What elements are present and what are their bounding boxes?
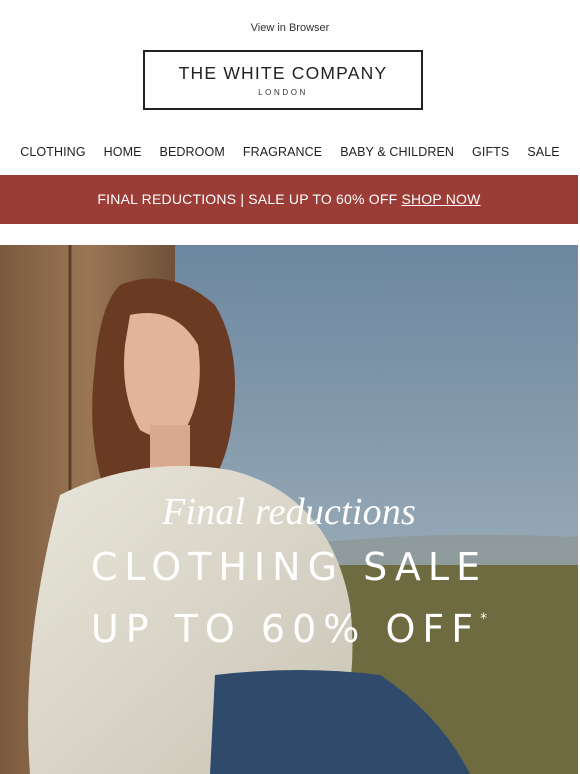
logo-subtitle: LONDON [258,88,308,97]
hero-banner[interactable]: Final reductions CLOTHING SALE UP TO 60%… [0,245,578,774]
brand-logo[interactable]: THE WHITE COMPANY LONDON [143,50,423,110]
hero-offer-text: UP TO 60% OFF [90,607,481,651]
hero-asterisk: * [480,611,488,627]
hero-offer: UP TO 60% OFF* [0,607,578,651]
nav-item-clothing[interactable]: CLOTHING [20,145,85,161]
nav-item-bedroom[interactable]: BEDROOM [160,145,225,161]
hero-script-text: Final reductions [161,491,417,533]
logo-name: THE WHITE COMPANY [178,63,388,83]
hero-headline: CLOTHING SALE [90,545,488,589]
shop-now-link[interactable]: SHOP NOW [401,191,480,207]
promo-banner[interactable]: FINAL REDUCTIONS | SALE UP TO 60% OFF SH… [0,175,578,224]
view-in-browser-link[interactable]: View in Browser [0,22,580,34]
promo-text: FINAL REDUCTIONS | SALE UP TO 60% OFF [97,191,402,207]
nav-item-sale[interactable]: SALE [527,145,559,161]
nav-item-gifts[interactable]: GIFTS [472,145,509,161]
nav-item-baby-children[interactable]: BABY & CHILDREN [340,145,454,161]
nav-item-home[interactable]: HOME [104,145,142,161]
main-nav: CLOTHING HOME BEDROOM FRAGRANCE BABY & C… [0,145,580,161]
nav-item-fragrance[interactable]: FRAGRANCE [243,145,322,161]
